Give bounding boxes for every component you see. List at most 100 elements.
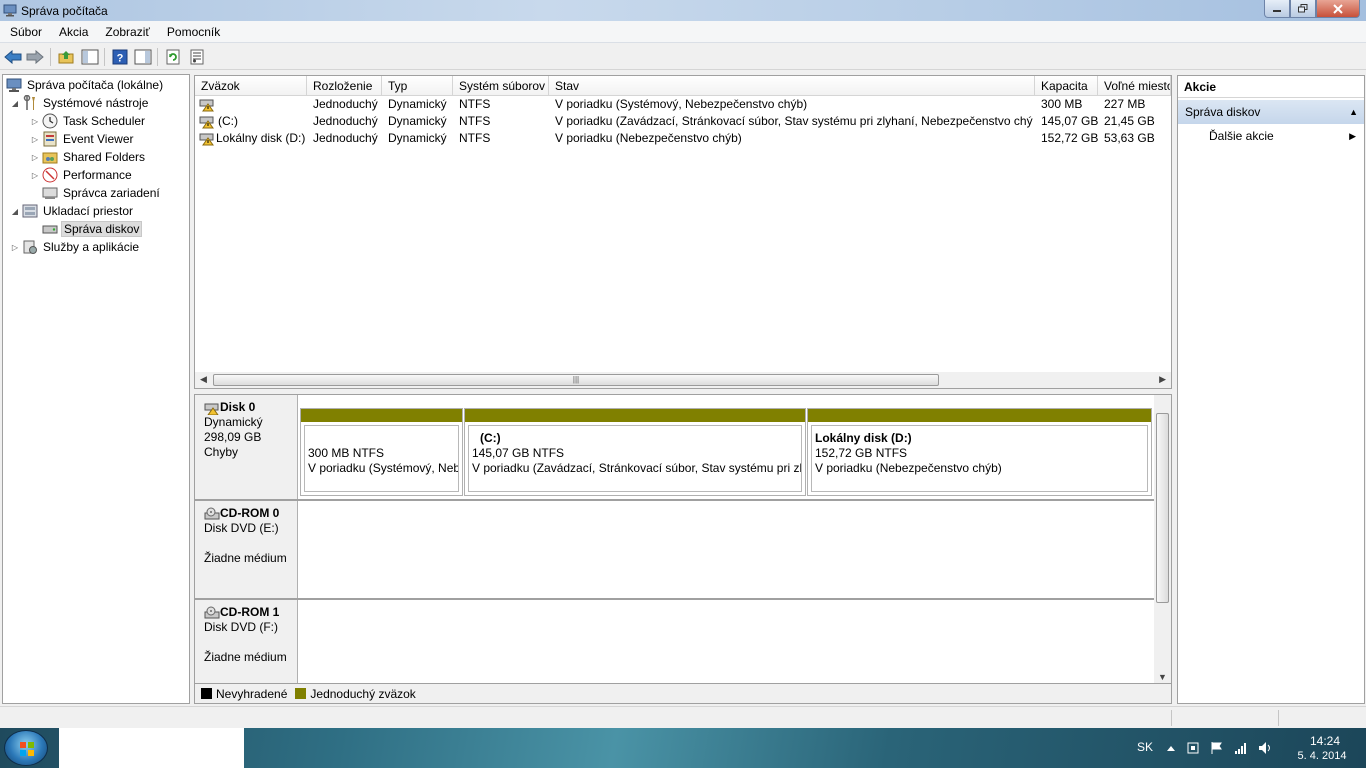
help-icon: ? [112, 49, 128, 65]
column-header-type[interactable]: Typ [382, 76, 453, 96]
volume-warning-icon [199, 116, 214, 129]
action-center-flag-icon[interactable] [1210, 741, 1224, 755]
cdrom-1-label[interactable]: CD-ROM 1 Disk DVD (F:) Žiadne médium [195, 600, 298, 683]
column-header-status[interactable]: Stav [549, 76, 1035, 96]
clock-icon [42, 113, 58, 129]
tree-item-device-manager[interactable]: Správca zariadení [42, 184, 162, 202]
action-pane-icon [134, 49, 152, 65]
tree-item-services-apps[interactable]: ▷ Služby a aplikácie [10, 238, 141, 256]
tree-item-shared-folders[interactable]: ▷ Shared Folders [30, 148, 147, 166]
menu-help[interactable]: Pomocník [160, 25, 227, 39]
disk-0-label[interactable]: Disk 0 Dynamický 298,09 GB Chyby [195, 395, 298, 500]
volume-warning-icon [199, 99, 214, 112]
column-header-capacity[interactable]: Kapacita [1035, 76, 1098, 96]
column-header-filesystem[interactable]: Systém súborov [453, 76, 549, 96]
tree-item-root[interactable]: Správa počítača (lokálne) [6, 76, 165, 94]
vertical-scrollbar[interactable]: ▼ [1154, 395, 1171, 683]
start-button[interactable] [4, 730, 48, 766]
restore-button[interactable] [1290, 0, 1316, 18]
restore-icon [1298, 4, 1308, 13]
partition-system[interactable]: 300 MB NTFS V poriadku (Systémový, Nebez… [300, 408, 463, 496]
tree-item-disk-management[interactable]: Správa diskov [42, 220, 143, 238]
collapse-arrow-icon[interactable]: ◢ [10, 207, 20, 216]
computer-management-icon [3, 4, 17, 17]
expand-arrow-icon[interactable]: ▷ [10, 243, 20, 252]
show-hide-tree-button[interactable] [81, 48, 99, 66]
volume-warning-icon [199, 133, 214, 146]
tree-item-event-viewer[interactable]: ▷ Event Viewer [30, 130, 135, 148]
show-hidden-icons-icon[interactable] [1164, 741, 1178, 755]
partition-d[interactable]: Lokálny disk (D:) 152,72 GB NTFS V poria… [807, 408, 1152, 496]
window-title: Správa počítača [21, 4, 108, 18]
event-viewer-icon [42, 131, 58, 147]
forward-button[interactable] [26, 48, 44, 66]
help-button[interactable]: ? [111, 48, 129, 66]
system-tools-icon [22, 95, 38, 111]
expand-arrow-icon[interactable]: ▷ [30, 171, 40, 180]
tree-item-storage[interactable]: ◢ Ukladací priestor [10, 202, 135, 220]
console-tree-icon [81, 49, 99, 65]
back-arrow-icon [4, 50, 22, 64]
properties-button[interactable] [188, 48, 206, 66]
properties-icon [190, 49, 204, 65]
simple-volume-band [808, 409, 1151, 422]
table-row[interactable]: (C:) Jednoduchý Dynamický NTFS V poriadk… [195, 113, 1171, 130]
partition-c[interactable]: (C:) 145,07 GB NTFS V poriadku (Zavádzac… [464, 408, 806, 496]
computer-management-icon [6, 77, 22, 93]
network-signal-icon[interactable] [1234, 741, 1248, 755]
actions-group-disk-management[interactable]: Správa diskov ▲ [1178, 100, 1364, 124]
status-divider [1171, 710, 1172, 726]
table-row[interactable]: Lokálny disk (D:) Jednoduchý Dynamický N… [195, 130, 1171, 147]
language-indicator[interactable]: SK [1137, 740, 1153, 754]
menu-view[interactable]: Zobraziť [98, 25, 157, 39]
title-bar[interactable]: Správa počítača [0, 0, 1366, 21]
collapse-arrow-icon[interactable]: ◢ [10, 99, 20, 108]
table-row[interactable]: Jednoduchý Dynamický NTFS V poriadku (Sy… [195, 96, 1171, 113]
show-hide-action-pane-button[interactable] [134, 48, 152, 66]
scroll-left-icon[interactable]: ◀ [200, 374, 207, 385]
toolbar-separator [157, 48, 158, 66]
tree-item-performance[interactable]: ▷ Performance [30, 166, 134, 184]
performance-icon [42, 167, 58, 183]
scroll-down-icon[interactable]: ▼ [1158, 672, 1167, 682]
column-header-free-space[interactable]: Voľné miesto [1098, 76, 1171, 96]
toolbar-separator [104, 48, 105, 66]
device-manager-icon [42, 185, 58, 201]
refresh-icon [166, 49, 180, 65]
minimize-button[interactable] [1264, 0, 1290, 18]
disk-warning-icon [204, 403, 219, 415]
close-button[interactable] [1316, 0, 1360, 18]
cdrom-0-label[interactable]: CD-ROM 0 Disk DVD (E:) Žiadne médium [195, 501, 298, 598]
actions-header: Akcie [1178, 76, 1364, 98]
clock-time[interactable]: 14:24 [1300, 734, 1350, 748]
scroll-right-icon[interactable]: ▶ [1159, 374, 1166, 385]
column-header-layout[interactable]: Rozloženie [307, 76, 382, 96]
expand-arrow-icon[interactable]: ▷ [30, 135, 40, 144]
tree-item-task-scheduler[interactable]: ▷ Task Scheduler [30, 112, 147, 130]
simple-volume-band [301, 409, 462, 422]
expand-arrow-icon[interactable]: ▷ [30, 117, 40, 126]
expand-arrow-icon[interactable]: ▷ [30, 153, 40, 162]
column-header-volume[interactable]: Zväzok [195, 76, 307, 96]
scroll-thumb[interactable] [1156, 413, 1169, 603]
collapse-up-icon[interactable]: ▲ [1349, 100, 1358, 124]
back-button[interactable] [4, 48, 22, 66]
more-actions-item[interactable]: Ďalšie akcie ▶ [1178, 124, 1364, 148]
up-level-button[interactable] [57, 48, 75, 66]
menu-file[interactable]: Súbor [3, 25, 49, 39]
tree-item-system-tools[interactable]: ◢ Systémové nástroje [10, 94, 150, 112]
cdrom-icon [204, 507, 220, 519]
storage-icon [22, 203, 38, 219]
network-device-icon[interactable] [1186, 741, 1200, 755]
volume-speaker-icon[interactable] [1258, 741, 1272, 755]
refresh-button[interactable] [164, 48, 182, 66]
menu-action[interactable]: Akcia [52, 25, 95, 39]
scroll-thumb[interactable]: ||| [213, 374, 939, 386]
menu-bar: Súbor Akcia Zobraziť Pomocník [0, 21, 1366, 43]
unallocated-swatch [201, 688, 212, 699]
minimize-icon [1273, 9, 1281, 12]
horizontal-scrollbar[interactable]: ◀ ||| ▶ [195, 372, 1171, 388]
clock-date[interactable]: 5. 4. 2014 [1292, 750, 1352, 762]
taskbar-app-button[interactable] [59, 728, 244, 768]
windows-logo-icon [20, 742, 34, 756]
